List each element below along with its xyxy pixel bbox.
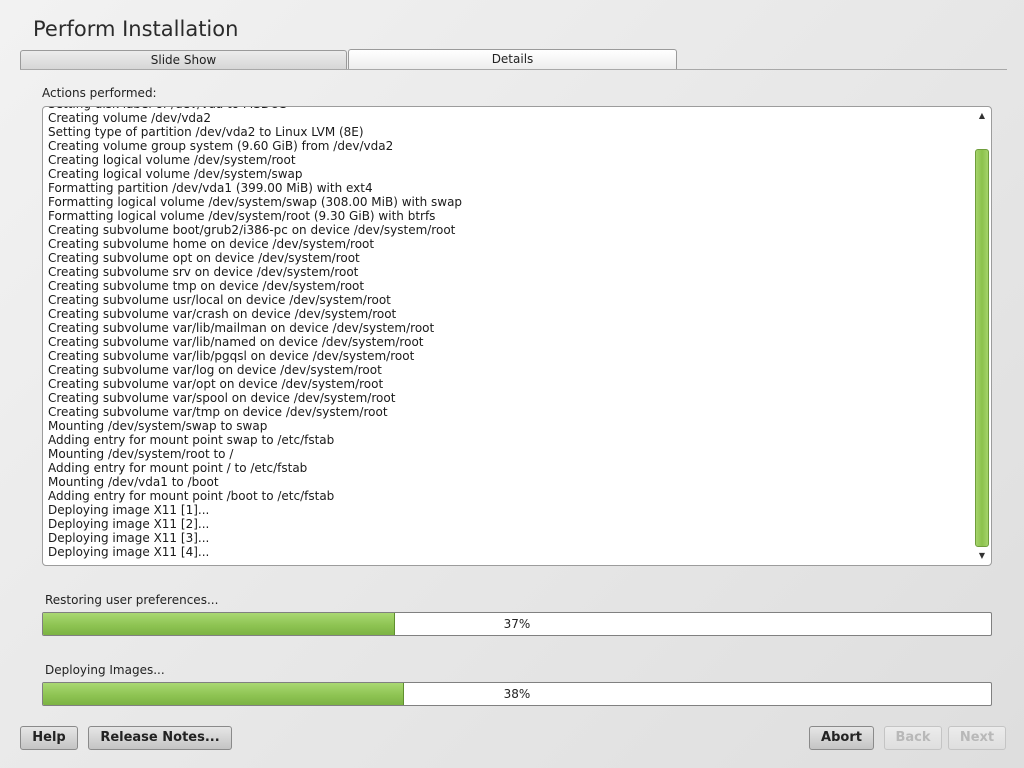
log-line: Setting type of partition /dev/vda2 to L… <box>48 125 364 139</box>
log-line: Adding entry for mount point /boot to /e… <box>48 489 335 503</box>
progress-percent: 38% <box>503 687 531 701</box>
abort-button[interactable]: Abort <box>809 726 874 750</box>
progress1-label: Restoring user preferences... <box>45 593 219 607</box>
tab-details[interactable]: Details <box>348 49 677 70</box>
log-line: Formatting logical volume /dev/system/ro… <box>48 209 436 223</box>
log-line: Creating subvolume var/opt on device /de… <box>48 377 384 391</box>
tab-divider <box>20 69 1007 70</box>
progress-percent: 37% <box>503 617 531 631</box>
log-line: Formatting partition /dev/vda1 (399.00 M… <box>48 181 373 195</box>
log-line: Deploying image X11 [1]... <box>48 503 210 517</box>
down-arrow-icon[interactable]: ▼ <box>973 549 991 563</box>
log-lines: Setting disk label of /dev/vda to MSDOSC… <box>48 107 968 559</box>
log-line: Deploying image X11 [2]... <box>48 517 210 531</box>
progress-bar-images: 38% <box>42 682 992 706</box>
tab-slide-show[interactable]: Slide Show <box>20 50 347 69</box>
log-line: Deploying image X11 [3]... <box>48 531 210 545</box>
log-line: Formatting logical volume /dev/system/sw… <box>48 195 463 209</box>
log-scrollbar[interactable]: ▲ ▼ <box>973 107 991 565</box>
log-line: Creating volume /dev/vda2 <box>48 111 212 125</box>
scrollbar-thumb[interactable] <box>975 149 989 547</box>
actions-label: Actions performed: <box>42 86 157 100</box>
log-line: Creating logical volume /dev/system/swap <box>48 167 303 181</box>
log-line: Creating subvolume boot/grub2/i386-pc on… <box>48 223 456 237</box>
log-line: Creating subvolume var/lib/mailman on de… <box>48 321 435 335</box>
progress2-label: Deploying Images... <box>45 663 165 677</box>
up-arrow-icon[interactable]: ▲ <box>973 109 991 123</box>
progress-bar-preferences: 37% <box>42 612 992 636</box>
log-line: Creating subvolume var/crash on device /… <box>48 307 397 321</box>
page-title: Perform Installation <box>33 17 239 41</box>
help-button[interactable]: Help <box>20 726 78 750</box>
log-line: Creating subvolume var/tmp on device /de… <box>48 405 388 419</box>
back-button[interactable]: Back <box>884 726 942 750</box>
log-line: Creating subvolume var/lib/named on devi… <box>48 335 424 349</box>
log-line: Mounting /dev/system/swap to swap <box>48 419 268 433</box>
log-line: Creating subvolume opt on device /dev/sy… <box>48 251 360 265</box>
log-line: Creating subvolume var/lib/pgqsl on devi… <box>48 349 415 363</box>
log-line: Mounting /dev/system/root to / <box>48 447 234 461</box>
log-line: Adding entry for mount point swap to /et… <box>48 433 335 447</box>
log-line: Creating subvolume tmp on device /dev/sy… <box>48 279 365 293</box>
log-line: Creating logical volume /dev/system/root <box>48 153 296 167</box>
log-line: Creating subvolume var/log on device /de… <box>48 363 382 377</box>
log-line: Creating subvolume usr/local on device /… <box>48 293 391 307</box>
log-line: Creating subvolume home on device /dev/s… <box>48 237 375 251</box>
log-line: Creating subvolume srv on device /dev/sy… <box>48 265 359 279</box>
log-line: Creating subvolume var/spool on device /… <box>48 391 396 405</box>
next-button[interactable]: Next <box>948 726 1006 750</box>
log-line: Adding entry for mount point / to /etc/f… <box>48 461 308 475</box>
log-line: Mounting /dev/vda1 to /boot <box>48 475 219 489</box>
actions-log[interactable]: Setting disk label of /dev/vda to MSDOSC… <box>42 106 992 566</box>
log-line: Deploying image X11 [4]... <box>48 545 210 559</box>
release-notes-button[interactable]: Release Notes... <box>88 726 232 750</box>
log-line: Creating volume group system (9.60 GiB) … <box>48 139 394 153</box>
